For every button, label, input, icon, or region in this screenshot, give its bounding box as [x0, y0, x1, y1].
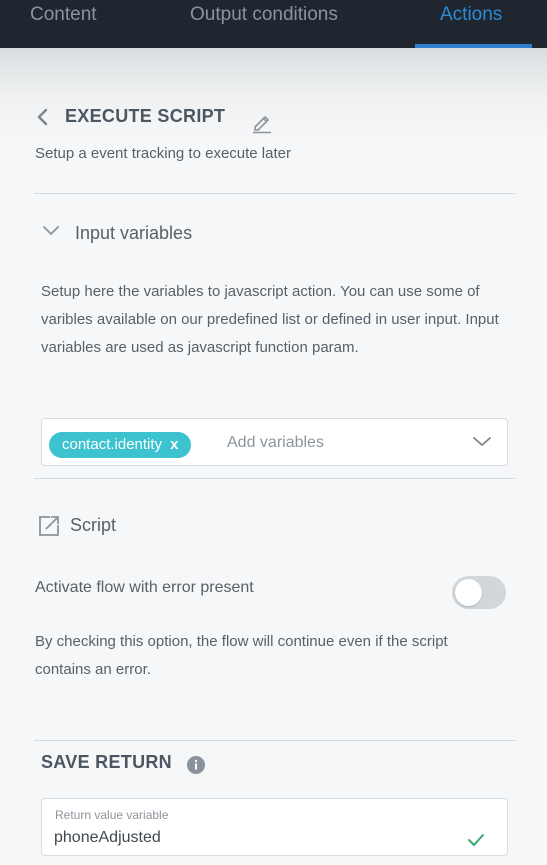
toggle-knob	[455, 579, 482, 606]
return-value-field[interactable]: Return value variable	[41, 798, 508, 856]
divider	[34, 478, 515, 479]
variable-chip: contact.identity x	[49, 432, 192, 458]
action-panel: EXECUTE SCRIPT Setup a event tracking to…	[0, 48, 547, 865]
tab-bar: Content Output conditions Actions	[0, 0, 547, 48]
error-flow-label: Activate flow with error present	[35, 579, 254, 596]
page-subtitle: Setup a event tracking to execute later	[35, 145, 291, 162]
script-button[interactable]: Script	[70, 515, 116, 536]
error-flow-toggle[interactable]	[452, 576, 506, 609]
chevron-down-icon[interactable]	[41, 224, 61, 238]
chevron-down-icon[interactable]	[472, 436, 492, 448]
return-value-input[interactable]	[54, 829, 434, 847]
input-variables-description: Setup here the variables to javascript a…	[41, 283, 499, 356]
chevron-left-icon[interactable]	[35, 106, 51, 128]
tab-actions[interactable]: Actions	[440, 0, 502, 48]
error-flow-description: By checking this option, the flow will c…	[35, 633, 448, 678]
variables-multiselect[interactable]: contact.identity x	[41, 418, 508, 466]
check-icon	[468, 834, 484, 846]
chip-label: contact.identity	[62, 436, 163, 453]
input-variables-toggle[interactable]: Input variables	[75, 223, 192, 244]
tab-output-conditions[interactable]: Output conditions	[190, 0, 338, 48]
divider	[34, 193, 515, 194]
tab-content[interactable]: Content	[30, 0, 97, 48]
divider	[34, 740, 515, 741]
save-return-title: SAVE RETURN	[41, 752, 172, 772]
return-value-label: Return value variable	[55, 808, 169, 822]
page-title: EXECUTE SCRIPT	[65, 106, 226, 126]
pencil-icon[interactable]	[250, 110, 274, 134]
external-edit-icon[interactable]	[38, 515, 60, 537]
remove-chip-icon[interactable]: x	[170, 436, 178, 453]
add-variables-input[interactable]	[227, 434, 467, 452]
info-icon[interactable]	[187, 756, 205, 774]
